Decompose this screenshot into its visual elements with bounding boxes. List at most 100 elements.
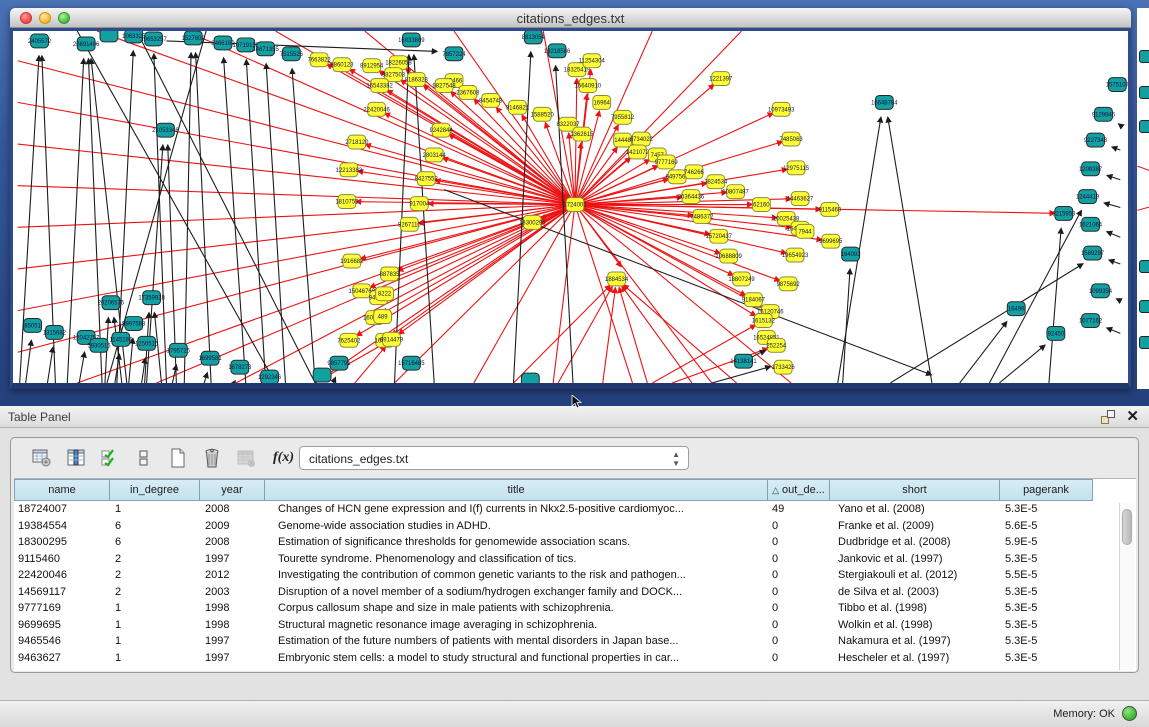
network-window-titlebar[interactable]: citations_edges.txt bbox=[10, 8, 1131, 28]
cell-year: 1997 bbox=[200, 650, 265, 667]
table-row[interactable]: 1456911722003Disruption of a novel membe… bbox=[14, 584, 1118, 601]
graph-node-label: 20891406 bbox=[73, 42, 100, 48]
cell-name: 9115460 bbox=[14, 551, 110, 568]
cell-name: 9463627 bbox=[14, 650, 110, 667]
graph-node-label: 1884534 bbox=[605, 277, 629, 283]
graph-node-label: 1575107 bbox=[1106, 83, 1128, 89]
select-attributes-icon[interactable] bbox=[97, 446, 123, 470]
cell-short: Yano et al. (2008) bbox=[830, 501, 1000, 518]
import-table-icon-disabled[interactable] bbox=[233, 446, 259, 470]
graph-node-label: 16496 bbox=[1008, 307, 1025, 313]
graph-node-label: 19218586 bbox=[544, 49, 571, 55]
cell-out_de: 0 bbox=[768, 551, 830, 568]
table-panel-inset: f(x) citations_edges.txt ▲▼ namein_degre… bbox=[10, 437, 1139, 673]
graph-node-label: 10807487 bbox=[722, 190, 748, 196]
table-row[interactable]: 1872400712008Changes of HCN gene express… bbox=[14, 501, 1118, 518]
table-row[interactable]: 977716911998Corpus callosum shape and si… bbox=[14, 600, 1118, 617]
graph-node-label: 9146821 bbox=[506, 105, 530, 111]
network-svg[interactable]: 2405572208914061063325106532571527602846… bbox=[13, 31, 1128, 383]
table-vertical-scrollbar[interactable] bbox=[1119, 503, 1134, 670]
cell-title: Estimation of significance thresholds fo… bbox=[265, 534, 768, 551]
scrollbar-thumb[interactable] bbox=[1122, 509, 1132, 545]
table-row[interactable]: 911546021997Tourette syndrome. Phenomeno… bbox=[14, 551, 1118, 568]
graph-node-label: 9777169 bbox=[655, 160, 679, 166]
column-header-short[interactable]: short bbox=[830, 479, 1000, 501]
graph-edge bbox=[18, 205, 575, 311]
graph-node-label: 21053346 bbox=[152, 128, 179, 134]
graph-node-label: 1077162 bbox=[1079, 319, 1102, 325]
graph-node-label: 7485063 bbox=[780, 137, 804, 143]
graph-node bbox=[1139, 86, 1149, 99]
float-window-icon[interactable] bbox=[1101, 410, 1115, 424]
cell-pagerank: 5.9E-5 bbox=[1000, 534, 1093, 551]
graph-node[interactable] bbox=[313, 368, 331, 382]
table-row[interactable]: 2242004622012Investigating the contribut… bbox=[14, 567, 1118, 584]
graph-node[interactable] bbox=[521, 373, 539, 383]
column-stack-icon[interactable] bbox=[131, 446, 157, 470]
cell-year: 2009 bbox=[200, 518, 265, 535]
table-row[interactable]: 946362711997Embryonic stem cells: a mode… bbox=[14, 650, 1118, 667]
table-row[interactable]: 1938455462009Genome-wide association stu… bbox=[14, 518, 1118, 535]
cell-year: 1997 bbox=[200, 633, 265, 650]
graph-node bbox=[1139, 120, 1149, 133]
select-column-icon[interactable] bbox=[63, 446, 89, 470]
graph-edge bbox=[246, 60, 265, 383]
close-panel-icon[interactable]: ✕ bbox=[1126, 408, 1139, 426]
cell-year: 1998 bbox=[200, 600, 265, 617]
graph-edge bbox=[196, 53, 211, 383]
graph-edge bbox=[204, 373, 207, 383]
graph-node-label: 10973493 bbox=[768, 107, 795, 113]
column-header-title[interactable]: title bbox=[265, 479, 768, 501]
column-header-name[interactable]: name bbox=[14, 479, 110, 501]
status-bar: Memory: OK bbox=[0, 700, 1149, 727]
table-row[interactable]: 946554611997Estimation of the future num… bbox=[14, 633, 1118, 650]
graph-node-label: 1615132 bbox=[752, 319, 775, 325]
graph-node bbox=[1139, 336, 1149, 349]
graph-edge bbox=[1118, 124, 1120, 125]
graph-node-label: 8912954 bbox=[360, 64, 384, 70]
table-selector-value: citations_edges.txt bbox=[309, 452, 408, 466]
graph-node[interactable] bbox=[100, 31, 118, 42]
graph-edge bbox=[184, 53, 191, 383]
cell-year: 2008 bbox=[200, 501, 265, 518]
graph-node-label: 7515526 bbox=[280, 52, 304, 58]
graph-node-label: 10653257 bbox=[140, 37, 166, 43]
new-table-icon[interactable] bbox=[165, 446, 191, 470]
graph-edge bbox=[395, 205, 575, 383]
cell-out_de: 0 bbox=[768, 567, 830, 584]
cell-name: 9699695 bbox=[14, 617, 110, 634]
cell-title: Disruption of a novel member of a sodium… bbox=[265, 584, 768, 601]
cell-in_degree: 2 bbox=[110, 567, 200, 584]
column-header-year[interactable]: year bbox=[200, 479, 265, 501]
network-canvas[interactable]: 2405572208914061063325106532571527602846… bbox=[10, 28, 1131, 389]
table-settings-icon[interactable] bbox=[29, 446, 55, 470]
cell-pagerank: 5.5E-5 bbox=[1000, 567, 1093, 584]
function-builder-icon[interactable]: f(x) bbox=[273, 450, 294, 466]
column-header-pagerank[interactable]: pagerank bbox=[1000, 479, 1093, 501]
memory-status-indicator-icon bbox=[1122, 706, 1137, 721]
graph-node-label: 11254304 bbox=[579, 59, 606, 65]
cell-title: Structural magnetic resonance image aver… bbox=[265, 617, 768, 634]
table-panel-body: f(x) citations_edges.txt ▲▼ namein_degre… bbox=[0, 428, 1149, 700]
cell-title: Genome-wide association studies in ADHD. bbox=[265, 518, 768, 535]
graph-node-label: 9997588 bbox=[122, 321, 146, 327]
table-row[interactable]: 1830029562008Estimation of significance … bbox=[14, 534, 1118, 551]
graph-edge bbox=[129, 338, 133, 383]
graph-node-label: 8222 bbox=[378, 292, 391, 298]
delete-table-icon[interactable] bbox=[199, 446, 225, 470]
graph-node-label: 1589297 bbox=[1081, 251, 1104, 257]
table-row[interactable]: 969969511998Structural magnetic resonanc… bbox=[14, 617, 1118, 634]
graph-node-label: 164093 bbox=[841, 252, 862, 258]
cell-pagerank: 5.3E-5 bbox=[1000, 551, 1093, 568]
graph-node-label: 22420046 bbox=[363, 107, 390, 113]
graph-node-label: 489 bbox=[378, 315, 389, 321]
table-selector-dropdown[interactable]: citations_edges.txt ▲▼ bbox=[299, 446, 689, 470]
graph-node-label: 7944 bbox=[798, 229, 812, 235]
cell-year: 1997 bbox=[200, 551, 265, 568]
column-header-in_degree[interactable]: in_degree bbox=[110, 479, 200, 501]
graph-node-label: 5930515 bbox=[87, 343, 111, 349]
column-header-out_de[interactable]: △out_de... bbox=[768, 479, 830, 501]
graph-node-label: 3824534 bbox=[704, 180, 728, 186]
graph-node-label: 2367608 bbox=[456, 90, 480, 96]
graph-node-label: 887835 bbox=[380, 272, 401, 278]
